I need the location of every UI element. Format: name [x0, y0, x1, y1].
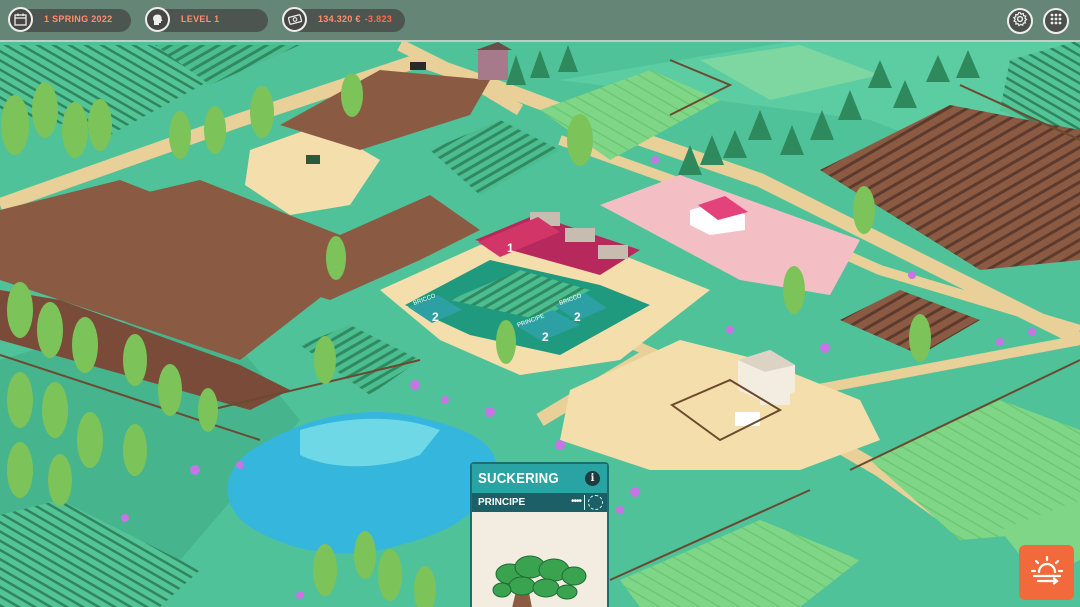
main-menu-button[interactable]: [1043, 8, 1069, 34]
plot-bricco-number: 2: [432, 310, 439, 324]
plot-principe-number: 2: [542, 330, 549, 344]
sunrise-icon: [1030, 555, 1064, 590]
head-profile-icon: [145, 7, 170, 32]
tractor: [410, 62, 426, 70]
next-season-button[interactable]: [1019, 545, 1074, 600]
task-plot-name: PRINCIPE: [478, 497, 526, 508]
money-display[interactable]: 134.320 € -3.823: [282, 7, 405, 32]
date-text: 1 SPRING 2022: [44, 14, 113, 24]
calendar-icon: [8, 7, 33, 32]
money-text: 134.320 €: [318, 14, 361, 24]
gear-icon: [1012, 11, 1028, 32]
info-icon[interactable]: i: [585, 471, 600, 486]
level-display[interactable]: LEVEL 1: [145, 7, 268, 32]
grid-menu-icon: [1049, 12, 1063, 31]
grapevine-illustration: [492, 555, 587, 607]
task-progress-dots: ••••: [570, 496, 582, 507]
plot-1-number: 1: [507, 241, 514, 255]
timer-gauge-icon: [588, 495, 603, 510]
divider: [584, 495, 585, 510]
money-bill-icon: [282, 7, 307, 32]
task-title: SUCKERING: [478, 470, 559, 487]
level-text: LEVEL 1: [181, 14, 220, 24]
task-card-subheader: PRINCIPE ••••: [472, 493, 607, 512]
money-change-text: -3.823: [364, 14, 393, 24]
settings-button[interactable]: [1007, 8, 1033, 34]
tractor: [306, 155, 320, 164]
date-display[interactable]: 1 SPRING 2022: [8, 7, 131, 32]
plot-bricco-2-number: 2: [574, 310, 581, 324]
task-card-header: SUCKERING i: [472, 464, 607, 493]
task-card[interactable]: SUCKERING i PRINCIPE ••••: [470, 462, 609, 607]
